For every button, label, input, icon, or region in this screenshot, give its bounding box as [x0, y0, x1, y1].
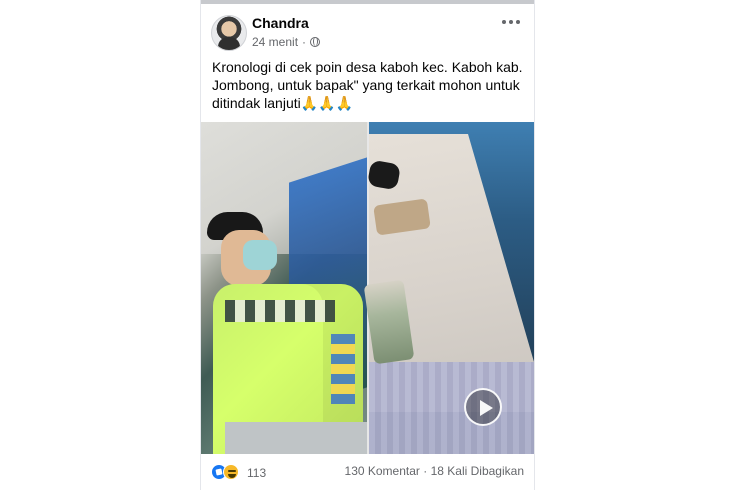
table-skirt	[369, 362, 534, 454]
reaction-count: 113	[247, 466, 267, 480]
reaction-icons	[211, 464, 241, 482]
more-icon	[509, 20, 513, 24]
top-bar	[201, 0, 534, 4]
stats-separator: ·	[423, 464, 431, 478]
post-card: Chandra 24 menit · Kronologi di cek poin…	[201, 0, 534, 490]
globe-icon	[310, 37, 321, 47]
vest-stripes	[225, 300, 335, 322]
engagement-stats[interactable]: 130 Komentar · 18 Kali Dibagikan	[345, 464, 524, 478]
share-count[interactable]: 18 Kali Dibagikan	[431, 464, 524, 478]
face-mask	[243, 240, 277, 270]
post-footer: 113 130 Komentar · 18 Kali Dibagikan	[201, 454, 534, 490]
post-media[interactable]	[201, 122, 534, 454]
post-text: Kronologi di cek poin desa kaboh kec. Ka…	[212, 59, 523, 111]
more-options-button[interactable]	[502, 20, 520, 24]
play-icon[interactable]	[464, 388, 502, 426]
vest-stripe	[331, 334, 355, 404]
reactions-summary[interactable]: 113	[211, 464, 266, 482]
media-left-image	[201, 122, 367, 454]
haha-icon	[223, 464, 239, 480]
more-icon	[502, 20, 506, 24]
shirt	[225, 422, 367, 454]
more-icon	[516, 20, 520, 24]
post-header: Chandra 24 menit ·	[201, 8, 534, 54]
post-meta: 24 menit ·	[252, 35, 321, 49]
avatar[interactable]	[211, 15, 247, 51]
comment-count[interactable]: 130 Komentar	[345, 464, 420, 478]
post-time[interactable]: 24 menit	[252, 35, 298, 49]
media-right-image	[363, 122, 534, 454]
meta-separator: ·	[302, 35, 307, 49]
author-name[interactable]: Chandra	[252, 15, 309, 31]
